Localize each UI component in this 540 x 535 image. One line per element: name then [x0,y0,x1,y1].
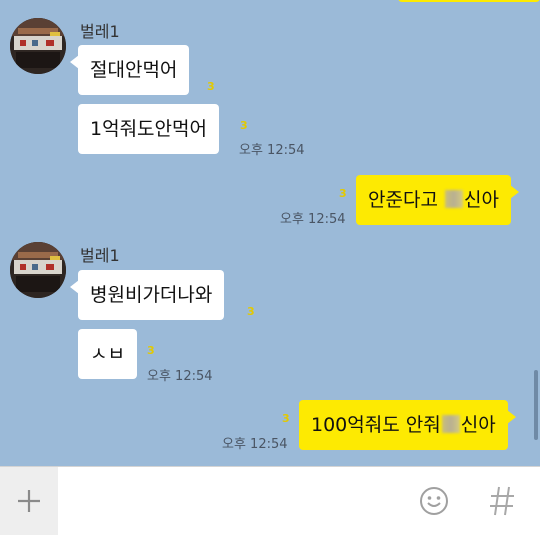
sent-message[interactable]: 100억줘도 안줘 신아 [299,400,516,450]
unread-count: 3 [207,80,215,93]
unread-count: 3 [282,412,290,425]
censor-blur [441,415,460,433]
message-timestamp: 오후 12:54 [222,437,288,452]
received-message[interactable]: ㅅㅂ [78,329,137,379]
scrollbar[interactable] [534,370,538,440]
message-timestamp: 오후 12:54 [280,212,346,227]
sent-message[interactable]: 안준다고 신아 [356,175,519,225]
sent-message-text: 신아 [460,414,496,436]
received-message[interactable]: 절대안먹어 [69,45,190,95]
chat-area[interactable]: 벌레1 절대안먹어 3 1억줘도안먹어 3 오후 12:54 오후 12:54 … [0,0,540,466]
message-input-bar [0,466,540,535]
sent-message-text: 100억줘도 안줘 [311,414,441,436]
sent-message-text: 안준다고 [368,189,438,211]
sender-avatar[interactable] [10,242,66,298]
censor-blur [444,190,463,208]
unread-count: 3 [247,305,255,318]
hash-icon [490,486,514,516]
message-timestamp: 오후 12:54 [239,143,305,158]
received-message[interactable]: 병원비가더나와 [69,270,225,320]
sender-name: 벌레1 [80,22,120,41]
emoticon-button[interactable] [419,486,449,516]
unread-count: 3 [339,187,347,200]
smiley-icon [420,487,448,515]
sender-name: 벌레1 [80,246,120,265]
plus-icon [18,490,40,512]
message-input[interactable] [66,475,410,529]
previous-message-bubble[interactable] [398,0,540,2]
received-message[interactable]: 1억줘도안먹어 [78,104,219,154]
sent-message-text: 신아 [463,189,499,211]
message-timestamp: 오후 12:54 [147,369,213,384]
sender-avatar[interactable] [10,18,66,74]
hash-button[interactable] [485,483,519,519]
unread-count: 3 [147,344,155,357]
attach-button[interactable] [0,467,58,535]
unread-count: 3 [240,119,248,132]
